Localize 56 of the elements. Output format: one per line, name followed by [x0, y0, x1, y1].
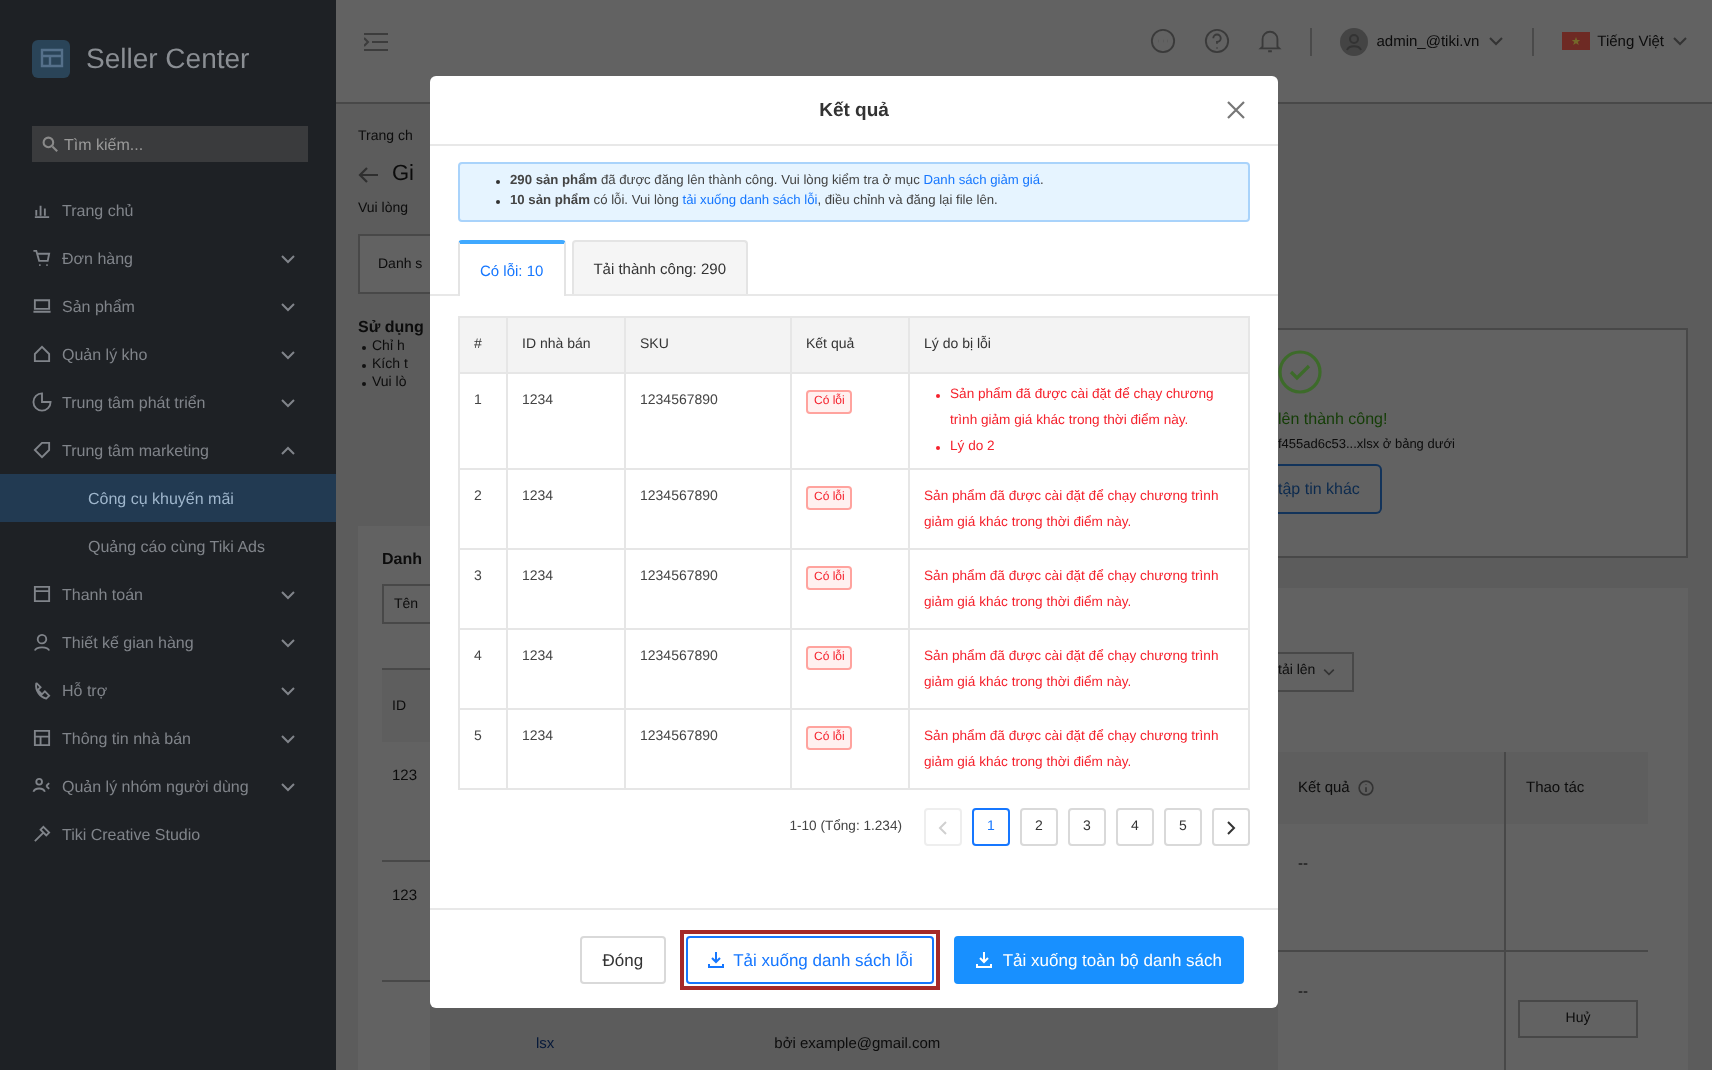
- back-arrow-icon[interactable]: [358, 165, 380, 183]
- sidebar-item[interactable]: Hỗ trợ: [0, 666, 336, 714]
- sidebar-item[interactable]: Thông tin nhà bán: [0, 714, 336, 762]
- sidebar-subitem[interactable]: Quảng cáo cùng Tiki Ads: [0, 522, 336, 570]
- menu-item-icon: [32, 248, 52, 268]
- list-title: Danh: [382, 550, 424, 568]
- chevron-icon: [1672, 36, 1688, 46]
- check-circle-icon: [1278, 350, 1322, 394]
- next-page-button[interactable]: [1212, 808, 1250, 846]
- info-icon: [1357, 779, 1374, 795]
- sidebar-item[interactable]: Trung tâm phát triển: [0, 378, 336, 426]
- sidebar-item[interactable]: Quản lý nhóm người dùng: [0, 762, 336, 810]
- menu-item-icon: [32, 440, 52, 460]
- help-icon[interactable]: [1204, 28, 1231, 54]
- sidebar-item[interactable]: Thiết kế gian hàng: [0, 618, 336, 666]
- bell-icon[interactable]: [1258, 28, 1283, 54]
- sidebar-item[interactable]: Trang chủ: [0, 186, 336, 234]
- menu-item-icon: [32, 296, 52, 316]
- sidebar-item[interactable]: Sản phẩm: [0, 282, 336, 330]
- dialog-title: Kết quả: [819, 99, 889, 121]
- sidebar-item[interactable]: Đơn hàng: [0, 234, 336, 282]
- dialog-button[interactable]: Tải xuống toàn bộ danh sách: [954, 935, 1244, 983]
- menu-item-icon: [32, 824, 52, 844]
- avatar-icon: [1340, 27, 1369, 55]
- page-title: Gi: [392, 162, 414, 186]
- chevron-right-icon: [1226, 819, 1236, 835]
- dialog-button[interactable]: Đóng: [580, 935, 666, 983]
- download-icon: [976, 951, 993, 967]
- upload-status: lên thành công!: [1278, 410, 1388, 428]
- menu-item-icon: [32, 344, 52, 364]
- brand-name: Seller Center: [86, 42, 250, 74]
- sidebar-item[interactable]: Trung tâm marketing: [0, 426, 336, 474]
- chat-icon[interactable]: [1150, 28, 1177, 54]
- chevron-icon: [1487, 36, 1504, 46]
- sidebar-item[interactable]: Thanh toán: [0, 570, 336, 618]
- search-field[interactable]: Tìm kiếm...: [32, 126, 308, 162]
- menu-item-icon: [32, 392, 52, 412]
- download-icon: [707, 951, 724, 967]
- search-icon: [42, 136, 58, 152]
- chevron-left-icon: [938, 819, 948, 835]
- sidebar-subitem[interactable]: Công cụ khuyến mãi: [0, 474, 336, 522]
- close-icon[interactable]: [1226, 100, 1246, 120]
- menu-item-icon: [32, 632, 52, 652]
- sidebar-item[interactable]: Tiki Creative Studio: [0, 810, 336, 858]
- section-title: Sử dụng: [358, 318, 426, 336]
- menu-icon[interactable]: [364, 31, 388, 51]
- chevron-icon: [1321, 667, 1336, 675]
- menu-item-icon: [32, 680, 52, 700]
- flag-icon: [1561, 32, 1590, 50]
- store-logo-icon: [32, 39, 70, 77]
- sidebar-item[interactable]: Quản lý kho: [0, 330, 336, 378]
- menu-item-icon: [32, 776, 52, 796]
- menu-item-icon: [32, 728, 52, 748]
- menu-item-icon: [32, 200, 52, 220]
- menu-item-icon: [32, 584, 52, 604]
- dialog-button[interactable]: Tải xuống danh sách lỗi: [685, 935, 935, 983]
